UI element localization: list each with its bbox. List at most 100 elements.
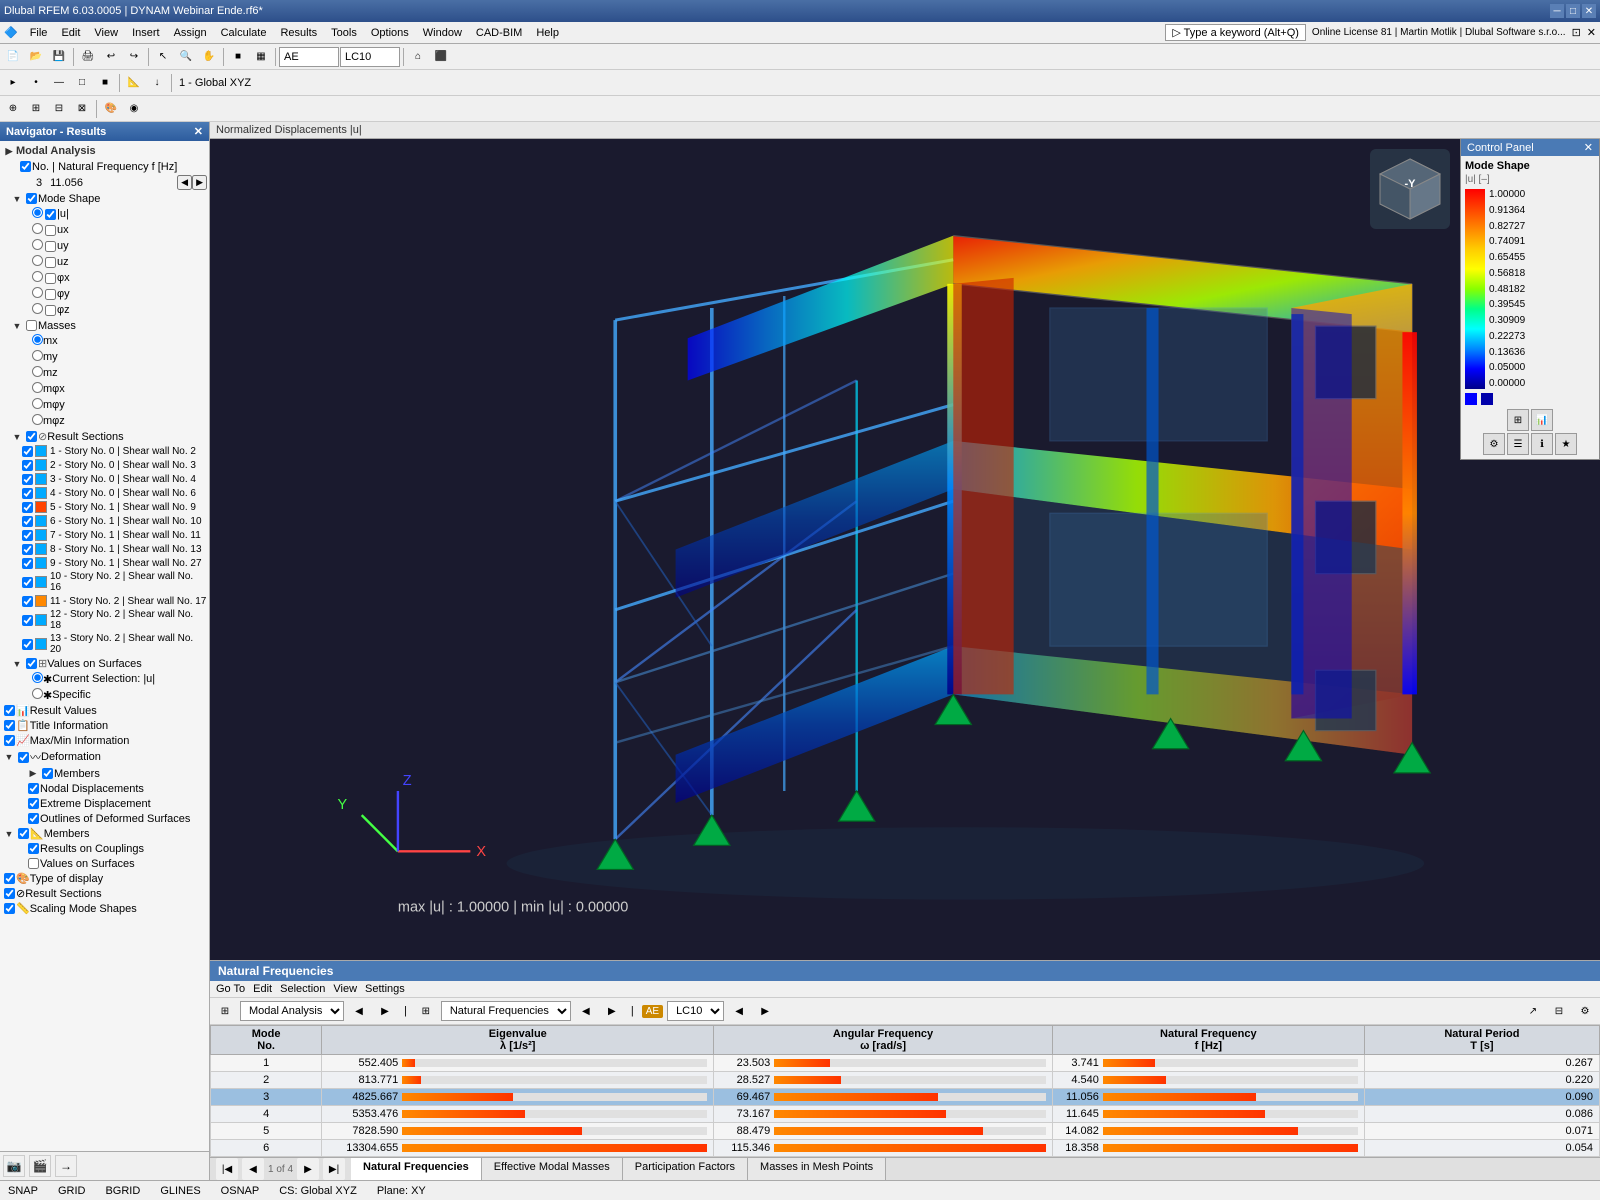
- members-header[interactable]: ▼ 📐 Members: [2, 826, 207, 841]
- cp-chart-btn[interactable]: 📊: [1531, 409, 1553, 431]
- menu-cad-bim[interactable]: CAD-BIM: [470, 25, 528, 41]
- snap-toggle[interactable]: SNAP: [8, 1185, 38, 1197]
- load-btn[interactable]: ↓: [146, 72, 168, 94]
- next-freq-btn[interactable]: ▶: [192, 175, 207, 190]
- mass-mphiy[interactable]: mφy: [2, 397, 207, 413]
- solid-btn[interactable]: ■: [94, 72, 116, 94]
- menu-results[interactable]: Results: [274, 25, 323, 41]
- specific-item[interactable]: ✱ Specific: [2, 687, 207, 703]
- mass-mz[interactable]: mz: [2, 365, 207, 381]
- undo-btn[interactable]: ↩: [100, 46, 122, 68]
- display-btn1[interactable]: ⊕: [2, 98, 24, 120]
- result-section-1[interactable]: 1 - Story No. 0 | Shear wall No. 2: [2, 444, 207, 458]
- result-section-12[interactable]: 12 - Story No. 2 | Shear wall No. 18: [2, 608, 207, 632]
- lc-select[interactable]: LC10: [667, 1001, 724, 1021]
- selection-btn[interactable]: Selection: [280, 983, 325, 995]
- modal-toggle[interactable]: ▶: [2, 146, 16, 157]
- table-row[interactable]: 1 552.405 23.503 3.741 0.267: [211, 1055, 1600, 1072]
- menu-tools[interactable]: Tools: [325, 25, 363, 41]
- tab-mesh-masses[interactable]: Masses in Mesh Points: [748, 1158, 886, 1180]
- line-btn[interactable]: —: [48, 72, 70, 94]
- new-btn[interactable]: 📄: [2, 46, 24, 68]
- natural-freq-select[interactable]: Natural Frequencies: [441, 1001, 571, 1021]
- display-btn4[interactable]: ⊠: [71, 98, 93, 120]
- config-btn[interactable]: ⚙: [1574, 1000, 1596, 1022]
- result-section-6[interactable]: 6 - Story No. 1 | Shear wall No. 10: [2, 514, 207, 528]
- next-lc-btn[interactable]: ▶: [754, 1000, 776, 1022]
- view-reset-btn[interactable]: ⌂: [407, 46, 429, 68]
- glines-toggle[interactable]: GLINES: [160, 1185, 200, 1197]
- table-row[interactable]: 2 813.771 28.527 4.540 0.220: [211, 1072, 1600, 1089]
- redo-btn[interactable]: ↪: [123, 46, 145, 68]
- table-row[interactable]: 6 13304.655 115.346 18.358 0.054: [211, 1140, 1600, 1157]
- wire-btn[interactable]: ▦: [250, 46, 272, 68]
- values-surfaces2-item[interactable]: Values on Surfaces: [2, 856, 207, 871]
- menu-assign[interactable]: Assign: [168, 25, 213, 41]
- prev-page-btn[interactable]: ◀: [242, 1158, 264, 1180]
- close-button[interactable]: ✕: [1582, 4, 1596, 18]
- menu-file[interactable]: File: [24, 25, 54, 41]
- settings-btn[interactable]: Settings: [365, 983, 405, 995]
- render-btn[interactable]: ■: [227, 46, 249, 68]
- cp-close-btn[interactable]: ✕: [1584, 141, 1593, 154]
- first-page-btn[interactable]: |◀: [216, 1158, 238, 1180]
- mode-phix[interactable]: φx: [2, 270, 207, 286]
- navigation-cube[interactable]: -Y: [1370, 149, 1450, 229]
- edit-btn[interactable]: Edit: [253, 983, 272, 995]
- cp-list-btn[interactable]: ☰: [1507, 433, 1529, 455]
- result-section-13[interactable]: 13 - Story No. 2 | Shear wall No. 20: [2, 632, 207, 656]
- modal-analysis-select[interactable]: Modal Analysis: [240, 1001, 344, 1021]
- prev-freq-btn[interactable]: ◀: [177, 175, 192, 190]
- result-section-11[interactable]: 11 - Story No. 2 | Shear wall No. 17: [2, 594, 207, 608]
- result-section-3[interactable]: 3 - Story No. 0 | Shear wall No. 4: [2, 472, 207, 486]
- prev-analysis-btn[interactable]: ◀: [348, 1000, 370, 1022]
- viewport-canvas[interactable]: X Y Z max |u| : 1.00000 | min |u| : 0.00…: [210, 139, 1600, 960]
- tab-natural-frequencies[interactable]: Natural Frequencies: [351, 1158, 482, 1180]
- type-display-item[interactable]: 🎨 Type of display: [2, 871, 207, 886]
- results-couplings-item[interactable]: Results on Couplings: [2, 841, 207, 856]
- mode-uy[interactable]: uy: [2, 238, 207, 254]
- result-section-5[interactable]: 5 - Story No. 1 | Shear wall No. 9: [2, 500, 207, 514]
- menu-edit[interactable]: Edit: [55, 25, 86, 41]
- deformation-header[interactable]: ▼ 〰 Deformation: [2, 748, 207, 766]
- select-btn[interactable]: ↖: [152, 46, 174, 68]
- def-nodal[interactable]: Nodal Displacements: [2, 781, 207, 796]
- mode-phiz[interactable]: φz: [2, 302, 207, 318]
- window-close-icon[interactable]: ✕: [1587, 26, 1596, 39]
- zoom-btn[interactable]: 🔍: [175, 46, 197, 68]
- result-section-4[interactable]: 4 - Story No. 0 | Shear wall No. 6: [2, 486, 207, 500]
- select2-btn[interactable]: ▸: [2, 72, 24, 94]
- result-section-9[interactable]: 9 - Story No. 1 | Shear wall No. 27: [2, 556, 207, 570]
- result-sections-header[interactable]: ▼ ⊘ Result Sections: [2, 429, 207, 444]
- cp-info-btn[interactable]: ℹ: [1531, 433, 1553, 455]
- cp-settings-btn[interactable]: ⚙: [1483, 433, 1505, 455]
- nf-check[interactable]: [18, 160, 32, 173]
- surface-btn[interactable]: □: [71, 72, 93, 94]
- nav-camera-btn[interactable]: 📷: [3, 1155, 25, 1177]
- mode-ux[interactable]: ux: [2, 222, 207, 238]
- print-btn[interactable]: 🖨: [77, 46, 99, 68]
- mode-toggle[interactable]: ▼: [10, 194, 24, 204]
- window-resize-icon[interactable]: ⊡: [1572, 26, 1581, 39]
- mass-mx[interactable]: mx: [2, 333, 207, 349]
- display-btn2[interactable]: ⊞: [25, 98, 47, 120]
- check-u-abs[interactable]: [43, 208, 57, 221]
- goto-btn[interactable]: Go To: [216, 983, 245, 995]
- mode-phiy[interactable]: φy: [2, 286, 207, 302]
- render2-btn[interactable]: ◉: [123, 98, 145, 120]
- search-input[interactable]: ▷ Type a keyword (Alt+Q): [1165, 24, 1306, 41]
- scaling-mode-item[interactable]: 📏 Scaling Mode Shapes: [2, 901, 207, 916]
- result-section-2[interactable]: 2 - Story No. 0 | Shear wall No. 3: [2, 458, 207, 472]
- cp-star-btn[interactable]: ★: [1555, 433, 1577, 455]
- current-selection[interactable]: ✱ Current Selection: |u|: [2, 671, 207, 687]
- values-surfaces-header[interactable]: ▼ ⊞ Values on Surfaces: [2, 656, 207, 671]
- sel-icon2-btn[interactable]: ⊞: [415, 1000, 437, 1022]
- save-btn[interactable]: 💾: [48, 46, 70, 68]
- member-btn[interactable]: 📐: [123, 72, 145, 94]
- menu-view[interactable]: View: [88, 25, 124, 41]
- navigator-close[interactable]: ✕: [194, 125, 203, 138]
- export-btn[interactable]: ↗: [1522, 1000, 1544, 1022]
- prev-nf-btn[interactable]: ◀: [575, 1000, 597, 1022]
- maxmin-info-item[interactable]: 📈 Max/Min Information: [2, 733, 207, 748]
- view-btn[interactable]: View: [333, 983, 357, 995]
